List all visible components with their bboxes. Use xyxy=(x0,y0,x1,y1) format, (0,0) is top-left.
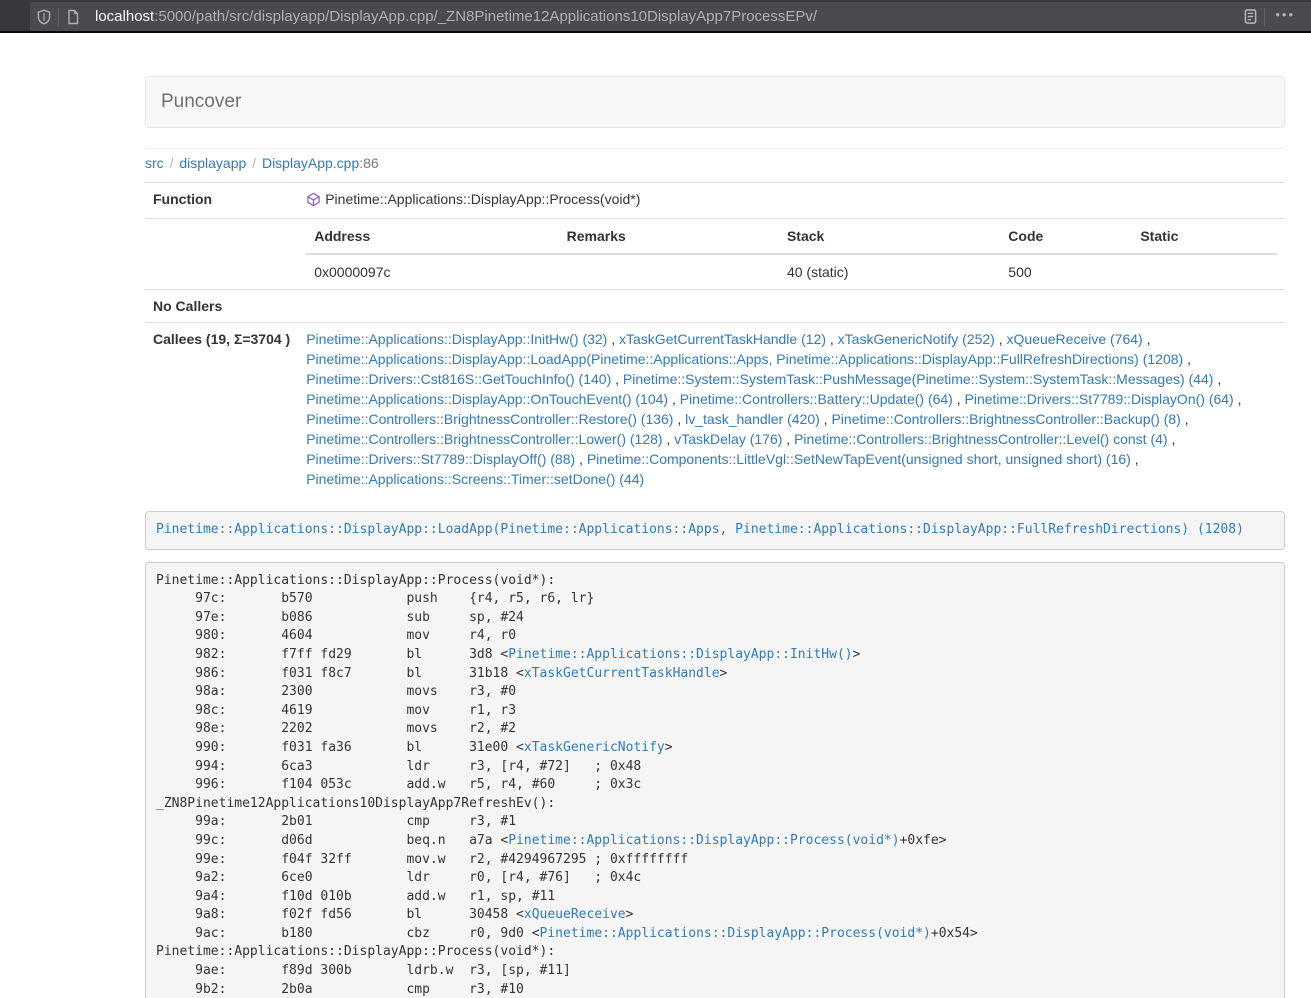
breadcrumb-separator: / xyxy=(250,155,258,171)
url-path: :5000/path/src/displayapp/DisplayApp.cpp… xyxy=(154,8,817,25)
url-bar[interactable]: localhost:5000/path/src/displayapp/Displ… xyxy=(30,2,1311,31)
breadcrumb-line-number: :86 xyxy=(359,155,378,171)
disasm-symbol-link[interactable]: xTaskGenericNotify xyxy=(524,740,665,755)
callee-link[interactable]: xQueueReceive (764) xyxy=(1007,331,1143,347)
callee-link[interactable]: Pinetime::Controllers::BrightnessControl… xyxy=(306,431,662,447)
column-header-stack: Stack xyxy=(779,219,1000,254)
function-name: Pinetime::Applications::DisplayApp::Proc… xyxy=(325,191,640,207)
callee-link[interactable]: Pinetime::Applications::Screens::Timer::… xyxy=(306,471,644,487)
divider xyxy=(145,148,1285,149)
shield-icon[interactable] xyxy=(30,3,58,31)
stats-row-empty-cell xyxy=(145,219,298,290)
remarks-value xyxy=(559,254,779,289)
disasm-symbol-link[interactable]: Pinetime::Applications::DisplayApp::Init… xyxy=(508,647,852,662)
code-value: 500 xyxy=(1000,254,1132,289)
column-header-code: Code xyxy=(1000,219,1132,254)
reader-mode-icon[interactable] xyxy=(1236,3,1264,31)
navbar: Puncover xyxy=(145,76,1285,128)
page-icon[interactable] xyxy=(59,3,87,31)
no-callers-row: No Callers xyxy=(145,290,1285,323)
disasm-symbol-link[interactable]: xTaskGetCurrentTaskHandle xyxy=(524,666,720,681)
callees-list: Pinetime::Applications::DisplayApp::Init… xyxy=(298,323,1285,496)
callee-link[interactable]: Pinetime::Controllers::Battery::Update()… xyxy=(680,391,953,407)
function-label: Function xyxy=(145,183,298,219)
no-callers-label: No Callers xyxy=(145,290,298,323)
function-table: Function Pinetime::Applications::Display… xyxy=(145,182,1285,495)
disasm-symbol-link[interactable]: Pinetime::Applications::DisplayApp::Proc… xyxy=(508,833,899,848)
callee-link[interactable]: Pinetime::Controllers::BrightnessControl… xyxy=(306,411,673,427)
breadcrumb-link-displayapp[interactable]: displayapp xyxy=(179,155,246,171)
disassembly-code: Pinetime::Applications::DisplayApp::Proc… xyxy=(156,573,978,997)
callee-link[interactable]: Pinetime::Applications::DisplayApp::Load… xyxy=(306,351,1183,367)
function-name-cell: Pinetime::Applications::DisplayApp::Proc… xyxy=(298,183,1285,219)
breadcrumb-link-file[interactable]: DisplayApp.cpp xyxy=(262,155,359,171)
browser-toolbar: localhost:5000/path/src/displayapp/Displ… xyxy=(0,0,1311,33)
callee-link[interactable]: xTaskGenericNotify (252) xyxy=(838,331,995,347)
overflow-menu-icon[interactable]: ••• xyxy=(1265,10,1305,24)
symbol-cube-icon xyxy=(306,192,321,212)
callee-link[interactable]: Pinetime::Drivers::Cst816S::GetTouchInfo… xyxy=(306,371,611,387)
brand-link[interactable]: Puncover xyxy=(146,91,241,113)
disassembly-block: Pinetime::Applications::DisplayApp::Proc… xyxy=(145,562,1285,998)
callee-link[interactable]: vTaskDelay (176) xyxy=(674,431,782,447)
no-callers-empty-cell xyxy=(298,290,1285,323)
callee-link[interactable]: Pinetime::Applications::DisplayApp::OnTo… xyxy=(306,391,668,407)
callee-link[interactable]: Pinetime::Components::LittleVgl::SetNewT… xyxy=(587,451,1131,467)
callees-row: Callees (19, Σ=3704 ) Pinetime::Applicat… xyxy=(145,323,1285,496)
url-text[interactable]: localhost:5000/path/src/displayapp/Displ… xyxy=(95,8,1236,25)
column-header-remarks: Remarks xyxy=(559,219,779,254)
stats-table-cell: Address Remarks Stack Code Static 0x0000… xyxy=(298,219,1285,290)
callee-link[interactable]: Pinetime::Drivers::St7789::DisplayOff() … xyxy=(306,451,575,467)
page-container: Puncover src / displayapp / DisplayApp.c… xyxy=(145,76,1285,998)
caller-snippet-block: Pinetime::Applications::DisplayApp::Load… xyxy=(145,511,1285,550)
callee-link[interactable]: xTaskGetCurrentTaskHandle (12) xyxy=(619,331,826,347)
callee-link[interactable]: Pinetime::Controllers::BrightnessControl… xyxy=(831,411,1180,427)
stats-row: Address Remarks Stack Code Static 0x0000… xyxy=(145,219,1285,290)
breadcrumb: src / displayapp / DisplayApp.cpp:86 xyxy=(145,155,1285,171)
snippet-link[interactable]: Pinetime::Applications::DisplayApp::Load… xyxy=(156,522,1244,537)
callee-link[interactable]: Pinetime::Controllers::BrightnessControl… xyxy=(794,431,1167,447)
table-row: 0x0000097c 40 (static) 500 xyxy=(306,254,1277,289)
callees-label: Callees (19, Σ=3704 ) xyxy=(145,323,298,496)
callee-link[interactable]: Pinetime::System::SystemTask::PushMessag… xyxy=(623,371,1214,387)
disasm-symbol-link[interactable]: xQueueReceive xyxy=(524,907,626,922)
address-value: 0x0000097c xyxy=(306,254,558,289)
static-value xyxy=(1132,254,1277,289)
column-header-address: Address xyxy=(306,219,558,254)
function-row: Function Pinetime::Applications::Display… xyxy=(145,183,1285,219)
stats-table: Address Remarks Stack Code Static 0x0000… xyxy=(306,219,1277,289)
disasm-symbol-link[interactable]: Pinetime::Applications::DisplayApp::Proc… xyxy=(540,926,931,941)
stack-value: 40 (static) xyxy=(779,254,1000,289)
callee-link[interactable]: Pinetime::Applications::DisplayApp::Init… xyxy=(306,331,607,347)
url-host: localhost xyxy=(95,8,154,25)
column-header-static: Static xyxy=(1132,219,1277,254)
callee-link[interactable]: lv_task_handler (420) xyxy=(685,411,820,427)
callee-link[interactable]: Pinetime::Drivers::St7789::DisplayOn() (… xyxy=(965,391,1234,407)
breadcrumb-link-src[interactable]: src xyxy=(145,155,164,171)
breadcrumb-separator: / xyxy=(168,155,176,171)
